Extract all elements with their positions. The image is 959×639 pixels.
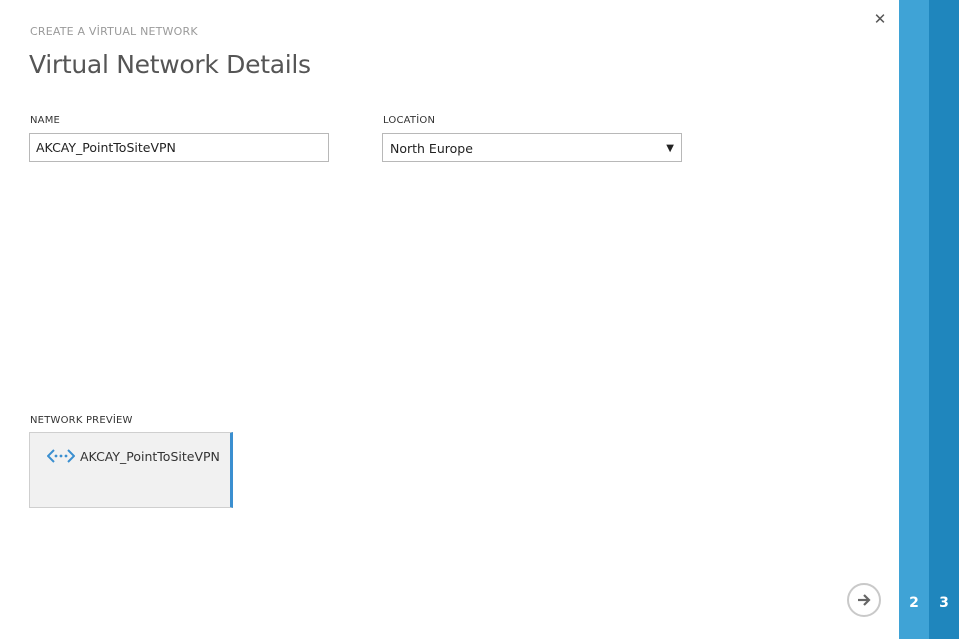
location-label: LOCATİON xyxy=(383,115,436,126)
arrow-right-circle-icon xyxy=(858,594,871,606)
close-button[interactable]: ✕ xyxy=(872,11,888,27)
wizard-step-2[interactable]: 2 xyxy=(899,0,929,639)
name-label: NAME xyxy=(30,115,61,126)
name-input[interactable] xyxy=(29,133,329,162)
step-number: 2 xyxy=(909,595,919,611)
network-preview-label: NETWORK PREVİEW xyxy=(30,415,133,426)
step-number: 3 xyxy=(939,595,949,611)
page-title: Virtual Network Details xyxy=(29,50,311,79)
close-icon: ✕ xyxy=(873,10,887,28)
wizard-dialog: CREATE A VİRTUAL NETWORK Virtual Network… xyxy=(0,0,899,639)
preview-network-name: AKCAY_PointToSiteVPN xyxy=(80,449,220,464)
wizard-subtitle: CREATE A VİRTUAL NETWORK xyxy=(30,25,198,38)
next-button[interactable] xyxy=(847,583,881,617)
location-selected-value: North Europe xyxy=(390,141,473,156)
network-preview-card: AKCAY_PointToSiteVPN xyxy=(29,432,233,508)
location-select[interactable]: North Europe ▼ xyxy=(382,133,682,162)
wizard-step-3[interactable]: 3 xyxy=(929,0,959,639)
virtual-network-icon xyxy=(47,449,75,463)
dropdown-arrow-icon: ▼ xyxy=(666,143,674,154)
